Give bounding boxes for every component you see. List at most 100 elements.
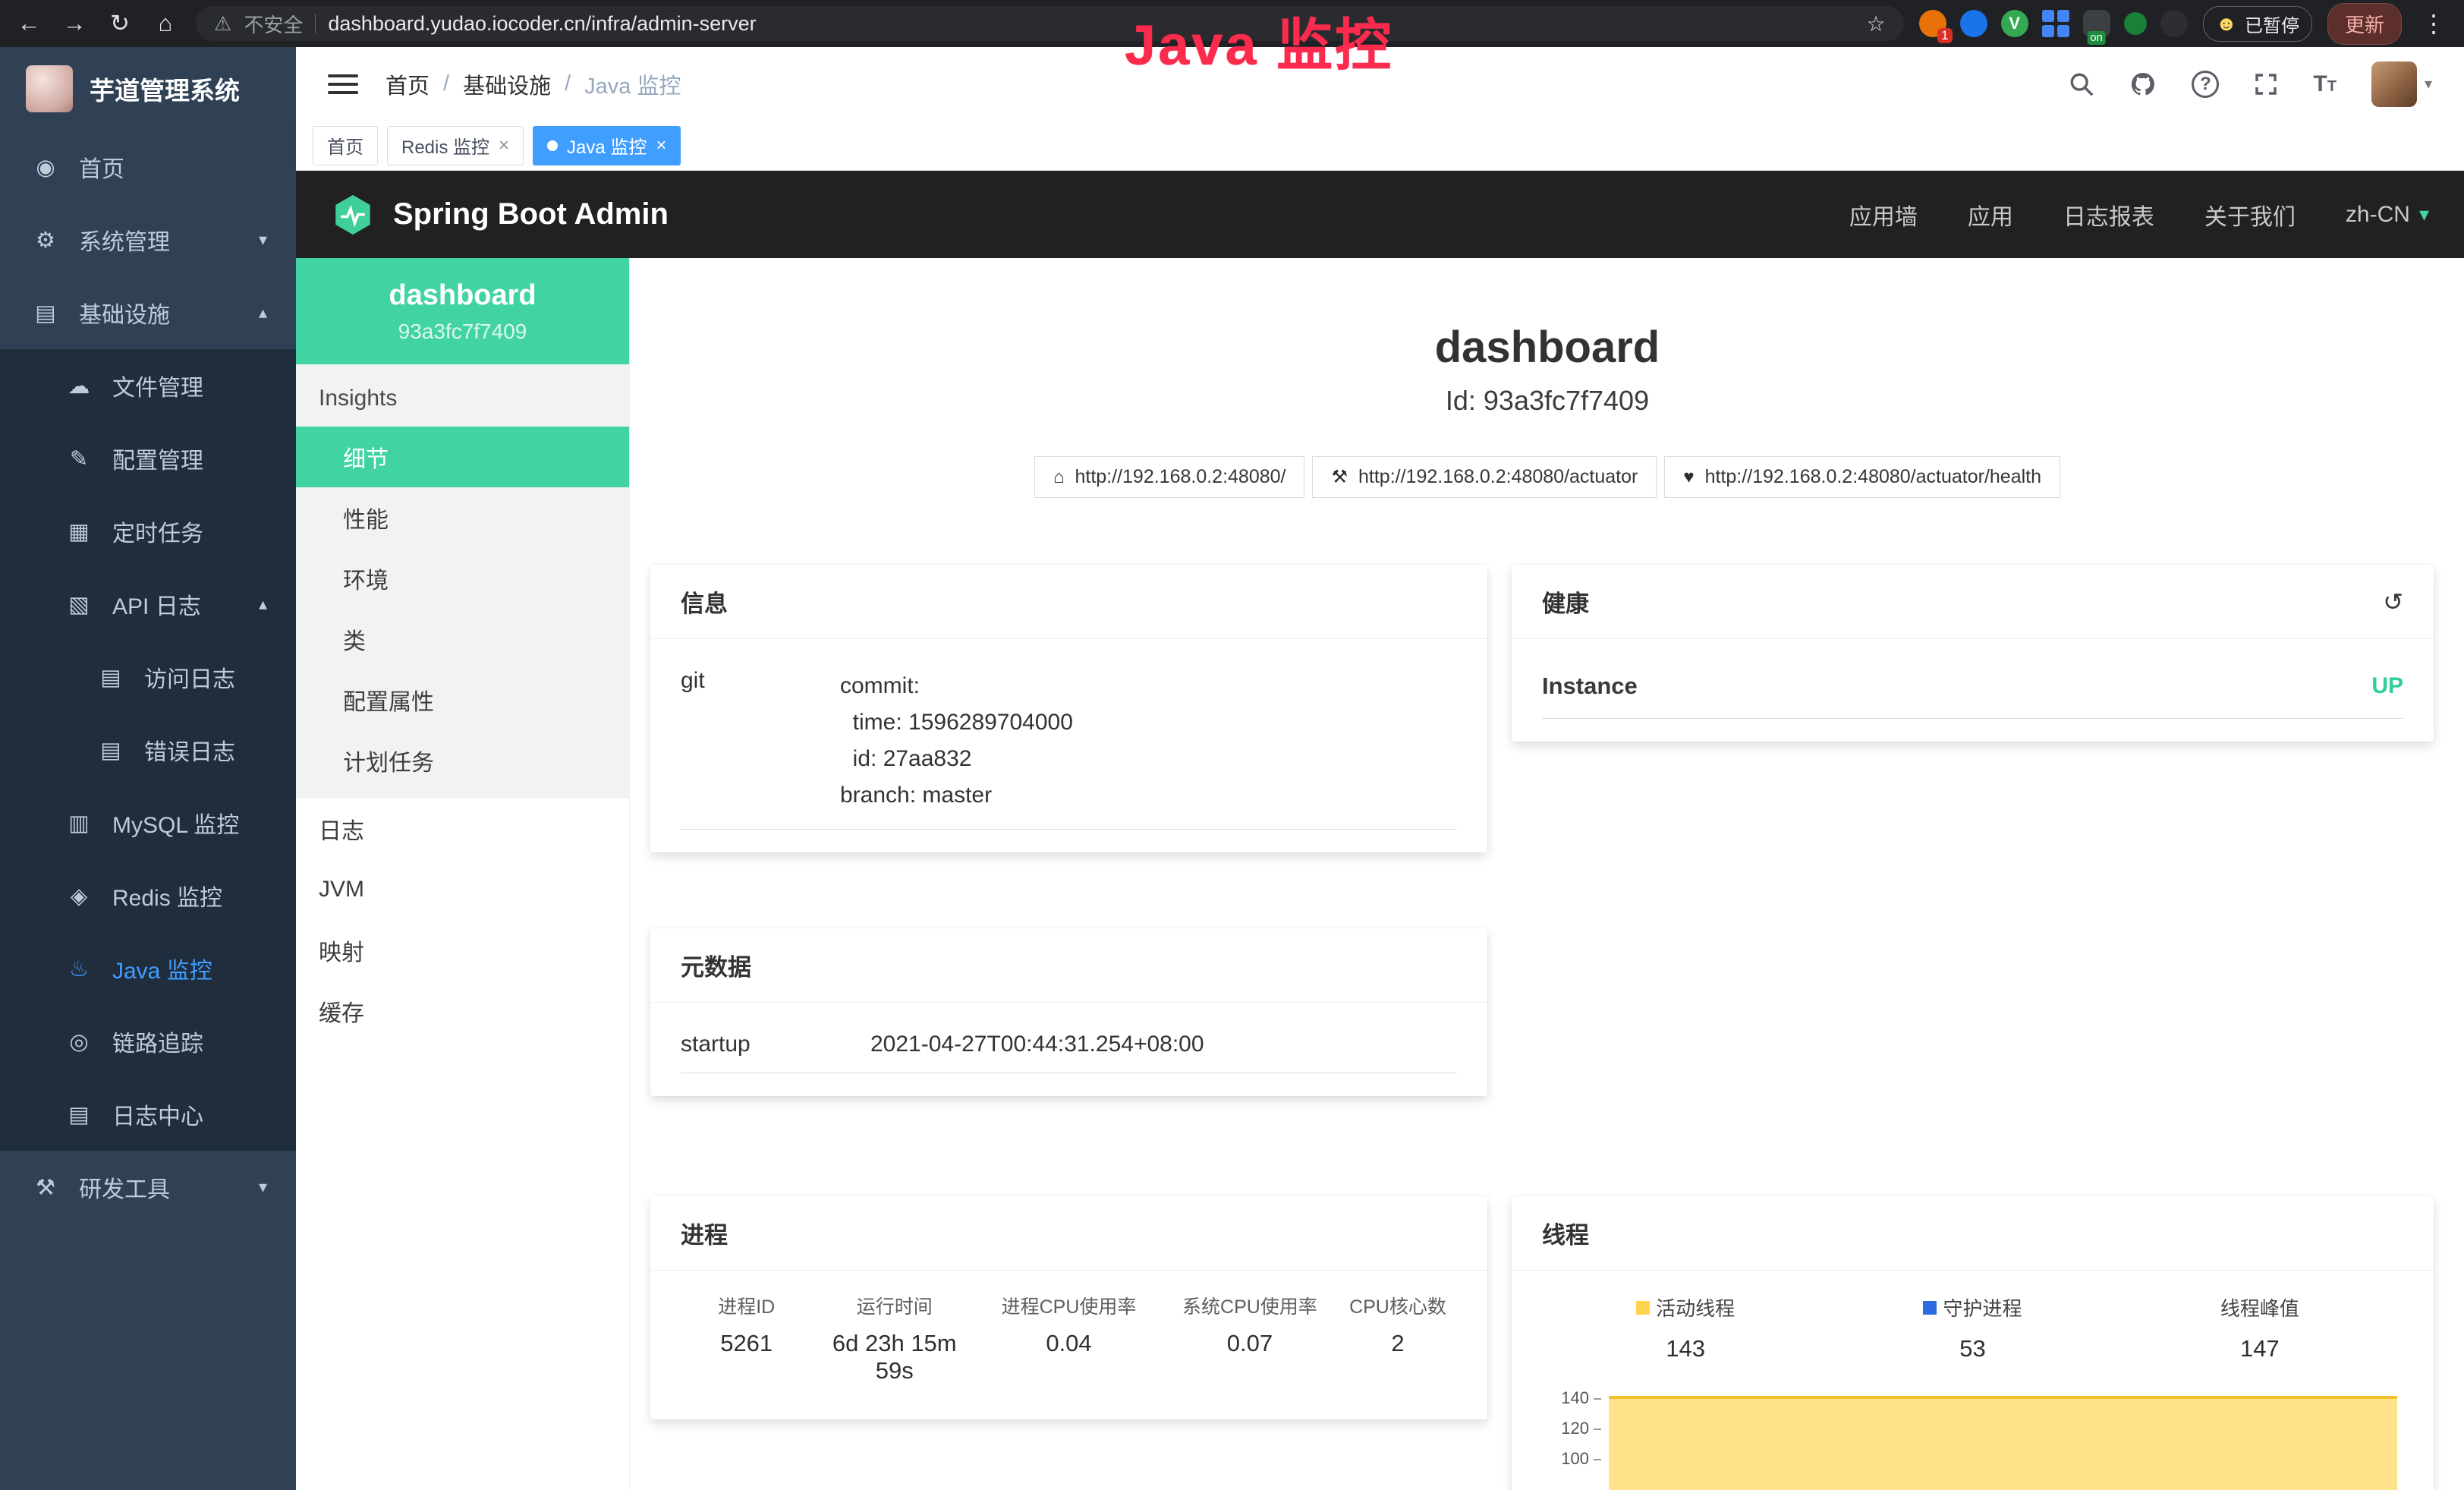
y-axis-tick: 140 <box>1561 1388 1601 1408</box>
search-icon[interactable] <box>2069 71 2094 97</box>
legend-value: 143 <box>1542 1335 1829 1362</box>
tab-label: Redis 监控 <box>401 132 489 159</box>
git-time-line: time: 1596289704000 <box>840 704 1073 741</box>
extension-drop-icon[interactable] <box>1960 10 1987 37</box>
chevron-down-icon: ▾ <box>259 230 267 250</box>
sba-locale-select[interactable]: zh-CN ▾ <box>2346 202 2429 228</box>
back-icon[interactable]: ← <box>14 10 44 37</box>
sba-item-jvm[interactable]: JVM <box>296 859 629 920</box>
extension-puzzle-icon[interactable] <box>2160 10 2188 37</box>
breadcrumb-home[interactable]: 首页 <box>385 68 430 100</box>
sidebar-item-log-center[interactable]: ▤ 日志中心 <box>0 1078 296 1151</box>
avatar[interactable] <box>2371 61 2417 107</box>
sba-nav-about[interactable]: 关于我们 <box>2204 198 2296 232</box>
instance-actuator-link[interactable]: ⚒ http://192.168.0.2:48080/actuator <box>1312 456 1657 498</box>
history-icon[interactable]: ↺ <box>2383 587 2403 616</box>
app-title: 芋道管理系统 <box>90 71 240 107</box>
sidebar-item-api-logs[interactable]: ▧ API 日志 ▴ <box>0 568 296 641</box>
breadcrumb-current: Java 监控 <box>584 68 681 100</box>
sba-item-details[interactable]: 细节 <box>296 427 629 487</box>
info-key: git <box>681 668 840 814</box>
legend-label: 守护进程 <box>1943 1293 2022 1321</box>
extension-switch-icon[interactable]: on <box>2083 10 2110 37</box>
sba-locale-value: zh-CN <box>2346 202 2410 228</box>
table-row[interactable]: Instance UP <box>1542 645 2403 719</box>
sba-item-config-props[interactable]: 配置属性 <box>296 669 629 730</box>
sba-nav-wallboard[interactable]: 应用墙 <box>1849 198 1918 232</box>
close-icon[interactable]: × <box>499 135 509 156</box>
sba-item-environment[interactable]: 环境 <box>296 548 629 609</box>
sidebar-item-home[interactable]: ◉ 首页 <box>0 131 296 203</box>
extension-grid-icon[interactable] <box>2042 10 2069 37</box>
sidebar-item-scheduled-tasks[interactable]: ▦ 定时任务 <box>0 495 296 568</box>
profile-paused-pill[interactable]: ☻ 已暂停 <box>2203 6 2312 42</box>
sba-item-mappings[interactable]: 映射 <box>296 920 629 981</box>
sidebar-item-file-management[interactable]: ☁ 文件管理 <box>0 349 296 422</box>
breadcrumb-infrastructure[interactable]: 基础设施 <box>463 68 551 100</box>
cards-row-3: 进程 进程ID 运行时间 进程CPU使用率 系统CPU使用率 CPU核心数 <box>650 1196 2432 1490</box>
github-icon[interactable] <box>2129 71 2157 98</box>
extension-v-icon[interactable]: V <box>2001 10 2028 37</box>
help-icon[interactable]: ? <box>2192 71 2219 98</box>
edit-icon: ✎ <box>65 446 93 472</box>
sidebar-item-tracing[interactable]: ◎ 链路追踪 <box>0 1005 296 1078</box>
sidebar-item-infrastructure[interactable]: ▤ 基础设施 ▴ <box>0 276 296 349</box>
sba-item-metrics[interactable]: 性能 <box>296 487 629 548</box>
instance-home-link[interactable]: ⌂ http://192.168.0.2:48080/ <box>1034 456 1305 498</box>
sba-item-caches[interactable]: 缓存 <box>296 981 629 1041</box>
tab-redis-monitor[interactable]: Redis 监控 × <box>387 126 524 165</box>
url-text[interactable]: dashboard.yudao.iocoder.cn/infra/admin-s… <box>328 12 756 36</box>
git-id-line: id: 27aa832 <box>840 741 1073 777</box>
sba-nav-applications[interactable]: 应用 <box>1968 198 2013 232</box>
info-value: commit: time: 1596289704000 id: 27aa832 … <box>840 668 1073 814</box>
user-menu[interactable]: ▾ <box>2371 61 2432 107</box>
sidebar-item-redis-monitor[interactable]: ◈ Redis 监控 <box>0 859 296 932</box>
sba-instance-header[interactable]: dashboard 93a3fc7f7409 <box>296 258 629 364</box>
tab-label: Java 监控 <box>567 132 647 159</box>
address-bar[interactable]: ⚠ 不安全 dashboard.yudao.iocoder.cn/infra/a… <box>196 6 1904 41</box>
app-logo-row[interactable]: 芋道管理系统 <box>0 47 296 131</box>
sidebar-item-java-monitor[interactable]: ♨ Java 监控 <box>0 932 296 1005</box>
chrome-update-button[interactable]: 更新 <box>2327 3 2402 45</box>
sidebar-collapse-icon[interactable] <box>328 71 358 97</box>
sba-brand[interactable]: Spring Boot Admin <box>393 197 669 232</box>
font-size-icon[interactable]: TT <box>2313 71 2337 97</box>
sidebar-item-mysql-monitor[interactable]: ▥ MySQL 监控 <box>0 786 296 859</box>
sba-item-logs[interactable]: 日志 <box>296 799 629 859</box>
instance-links: ⌂ http://192.168.0.2:48080/ ⚒ http://192… <box>631 456 2464 498</box>
extension-fox-icon[interactable]: 1 <box>1919 10 1946 37</box>
sba-item-scheduled-tasks[interactable]: 计划任务 <box>296 730 629 791</box>
app-main: 首页 / 基础设施 / Java 监控 ? TT ▾ 首页 <box>296 47 2464 1490</box>
close-icon[interactable]: × <box>656 135 666 156</box>
java-icon: ♨ <box>65 956 93 982</box>
chevron-down-icon: ▾ <box>2425 74 2432 93</box>
extension-sprout-icon[interactable] <box>2124 12 2147 35</box>
forward-icon[interactable]: → <box>59 10 90 37</box>
sidebar-item-error-logs[interactable]: ▤ 错误日志 <box>0 713 296 786</box>
fullscreen-icon[interactable] <box>2254 72 2278 96</box>
tab-java-monitor[interactable]: Java 监控 × <box>533 126 681 165</box>
health-card-title: 健康 <box>1542 584 1589 619</box>
column-header: 运行时间 <box>812 1292 977 1319</box>
legend-peak-threads: 线程峰值 147 <box>2116 1293 2403 1362</box>
sba-item-classes[interactable]: 类 <box>296 609 629 669</box>
health-instance-label: Instance <box>1542 673 1638 700</box>
legend-swatch-blue <box>1923 1301 1937 1315</box>
sidebar-item-config-management[interactable]: ✎ 配置管理 <box>0 422 296 495</box>
process-pid: 5261 <box>681 1330 812 1384</box>
home-icon[interactable]: ⌂ <box>150 10 181 37</box>
log-icon: ▤ <box>65 1101 93 1128</box>
sidebar-item-system-management[interactable]: ⚙ 系统管理 ▾ <box>0 203 296 276</box>
log-icon: ▤ <box>97 664 124 691</box>
chrome-menu-icon[interactable]: ⋮ <box>2417 9 2450 38</box>
bookmark-star-icon[interactable]: ☆ <box>1866 11 1885 36</box>
tab-home[interactable]: 首页 <box>313 126 378 165</box>
sidebar-item-dev-tools[interactable]: ⚒ 研发工具 ▾ <box>0 1151 296 1224</box>
instance-health-link[interactable]: ♥ http://192.168.0.2:48080/actuator/heal… <box>1664 456 2060 498</box>
paused-label: 已暂停 <box>2245 11 2299 37</box>
git-branch-line: branch: master <box>840 777 1073 814</box>
reload-icon[interactable]: ↻ <box>105 10 135 37</box>
sba-body: dashboard 93a3fc7f7409 Insights 细节 性能 环境… <box>296 258 2464 1490</box>
sba-nav-journal[interactable]: 日志报表 <box>2063 198 2154 232</box>
sidebar-item-access-logs[interactable]: ▤ 访问日志 <box>0 641 296 713</box>
